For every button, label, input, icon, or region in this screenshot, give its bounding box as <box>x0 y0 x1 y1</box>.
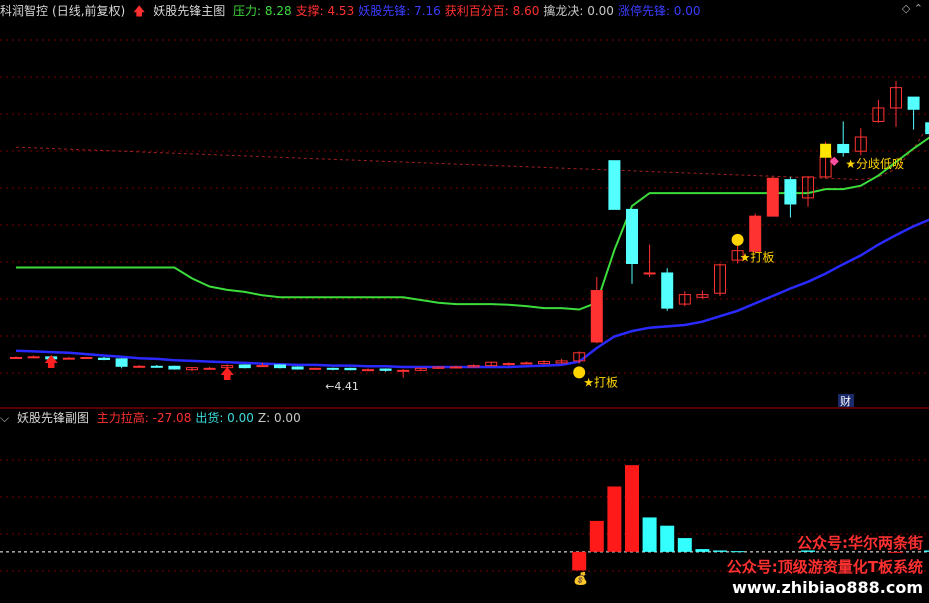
candle-body <box>168 365 181 370</box>
candle-body <box>274 364 286 369</box>
period-label[interactable]: (日线,前复权) <box>52 4 125 18</box>
sub-bar <box>713 550 727 552</box>
smiley-icon <box>573 366 586 379</box>
candle-body <box>626 208 638 264</box>
collapse-panel-icon[interactable]: ⌃ <box>914 2 923 15</box>
watermark-line-2: 公众号:顶级游资量化T板系统 <box>726 558 923 576</box>
main-indicator-item-3: 获利百分百: 8.60 <box>444 4 540 18</box>
buy-arrow-icon: 🡅 <box>220 366 234 382</box>
main-indicator-values: 压力: 8.28 支撑: 4.53 妖股先锋: 7.16 获利百分百: 8.60 擒龙决… <box>233 4 704 18</box>
profit-line <box>15 123 929 181</box>
sub-indicator-name[interactable]: 妖股先锋副图 <box>17 411 89 425</box>
candle-body <box>291 366 304 370</box>
signal-dabang-1: ★打板 <box>583 375 618 389</box>
pressure-line <box>16 136 929 311</box>
candle-body <box>256 365 269 368</box>
candle-body <box>80 357 93 360</box>
watermark-line-3: www.zhibiao888.com <box>732 578 923 597</box>
candle-body <box>238 364 251 369</box>
candle-body <box>203 367 216 370</box>
candle-body <box>766 177 779 217</box>
candle-body <box>344 367 357 371</box>
candle-body <box>749 215 762 252</box>
main-indicator-item-5: 涨停先锋: 0.00 <box>617 4 701 18</box>
low-price-label: ←4.41 <box>325 380 359 393</box>
diamond-icon: ◆ <box>830 154 840 168</box>
stock-name[interactable]: 科润智控 <box>0 4 48 18</box>
collapse-icon[interactable]: ⌵ <box>0 411 9 425</box>
candle-body <box>502 363 515 366</box>
sub-bar <box>677 538 692 552</box>
candle-body <box>450 366 462 369</box>
signal-fenqi: ★分歧低吸 <box>845 157 904 171</box>
sub-bar <box>695 549 710 552</box>
sub-bar <box>730 551 745 553</box>
cai-badge: 财 <box>840 394 851 408</box>
sub-indicator-values: 主力拉高: -27.08 出货: 0.00 Z: 0.00 <box>97 411 305 425</box>
candle-body <box>309 367 322 370</box>
candle-body <box>608 160 621 210</box>
sub-bar <box>924 550 929 552</box>
sub-header: ⌵ 妖股先锋副图 主力拉高: -27.08 出货: 0.00 Z: 0.00 <box>0 409 309 427</box>
candle-body <box>784 179 797 205</box>
candle-body <box>98 357 110 361</box>
sub-bar <box>625 465 639 552</box>
candle-body <box>643 272 656 275</box>
main-header: 科润智控 (日线,前复权) 🡅 妖股先锋主图 压力: 8.28 支撑: 4.53 妖股… <box>0 2 709 20</box>
yaogu-line <box>15 218 929 369</box>
main-indicator-item-4: 擒龙决: 0.00 <box>543 4 614 18</box>
main-indicator-item-2: 妖股先锋: 7.16 <box>358 4 441 18</box>
candle-body <box>379 368 392 371</box>
smiley-icon <box>731 233 744 246</box>
watermark-line-1: 公众号:华尔两条街 <box>797 534 923 552</box>
sub-indicator-item-1: 出货: 0.00 <box>195 411 254 425</box>
sub-indicator-item-0: 主力拉高: -27.08 <box>96 411 192 425</box>
money-bag-icon: 💰 <box>573 571 588 585</box>
sub-indicator-item-2: Z: 0.00 <box>257 411 301 425</box>
candle-body <box>590 290 603 343</box>
candle-body <box>362 369 374 372</box>
candle-body <box>133 365 146 368</box>
signal-dabang-2: ★打板 <box>740 250 775 264</box>
candle-body <box>326 367 339 370</box>
candle-body <box>397 369 410 372</box>
candle-body <box>10 357 22 360</box>
candle-body <box>837 143 850 154</box>
up-arrow-icon: 🡅 <box>133 4 146 18</box>
candle-body <box>150 365 163 368</box>
main-indicator-name[interactable]: 妖股先锋主图 <box>153 4 225 18</box>
diamond-icon[interactable]: ◇ <box>902 2 910 15</box>
sub-bar <box>660 525 675 552</box>
main-indicator-item-0: 压力: 8.28 <box>233 4 292 18</box>
candle-body <box>27 356 40 359</box>
chart-canvas: 9.49←4.41★打板★打板★分歧低吸◆🡅🡅财💰💰 <box>0 39 929 585</box>
window-controls: ◇ ⌃ <box>902 2 923 15</box>
candle-body <box>661 272 674 309</box>
sub-bar <box>572 551 587 571</box>
candle-body <box>520 362 533 365</box>
sub-bar <box>607 486 622 552</box>
main-indicator-item-1: 支撑: 4.53 <box>295 4 355 18</box>
candle-body <box>907 96 920 110</box>
sub-bar <box>642 517 657 552</box>
candle-body <box>115 358 128 367</box>
sub-bar <box>589 520 604 552</box>
candle-body <box>62 357 75 360</box>
buy-arrow-icon: 🡅 <box>44 354 58 370</box>
